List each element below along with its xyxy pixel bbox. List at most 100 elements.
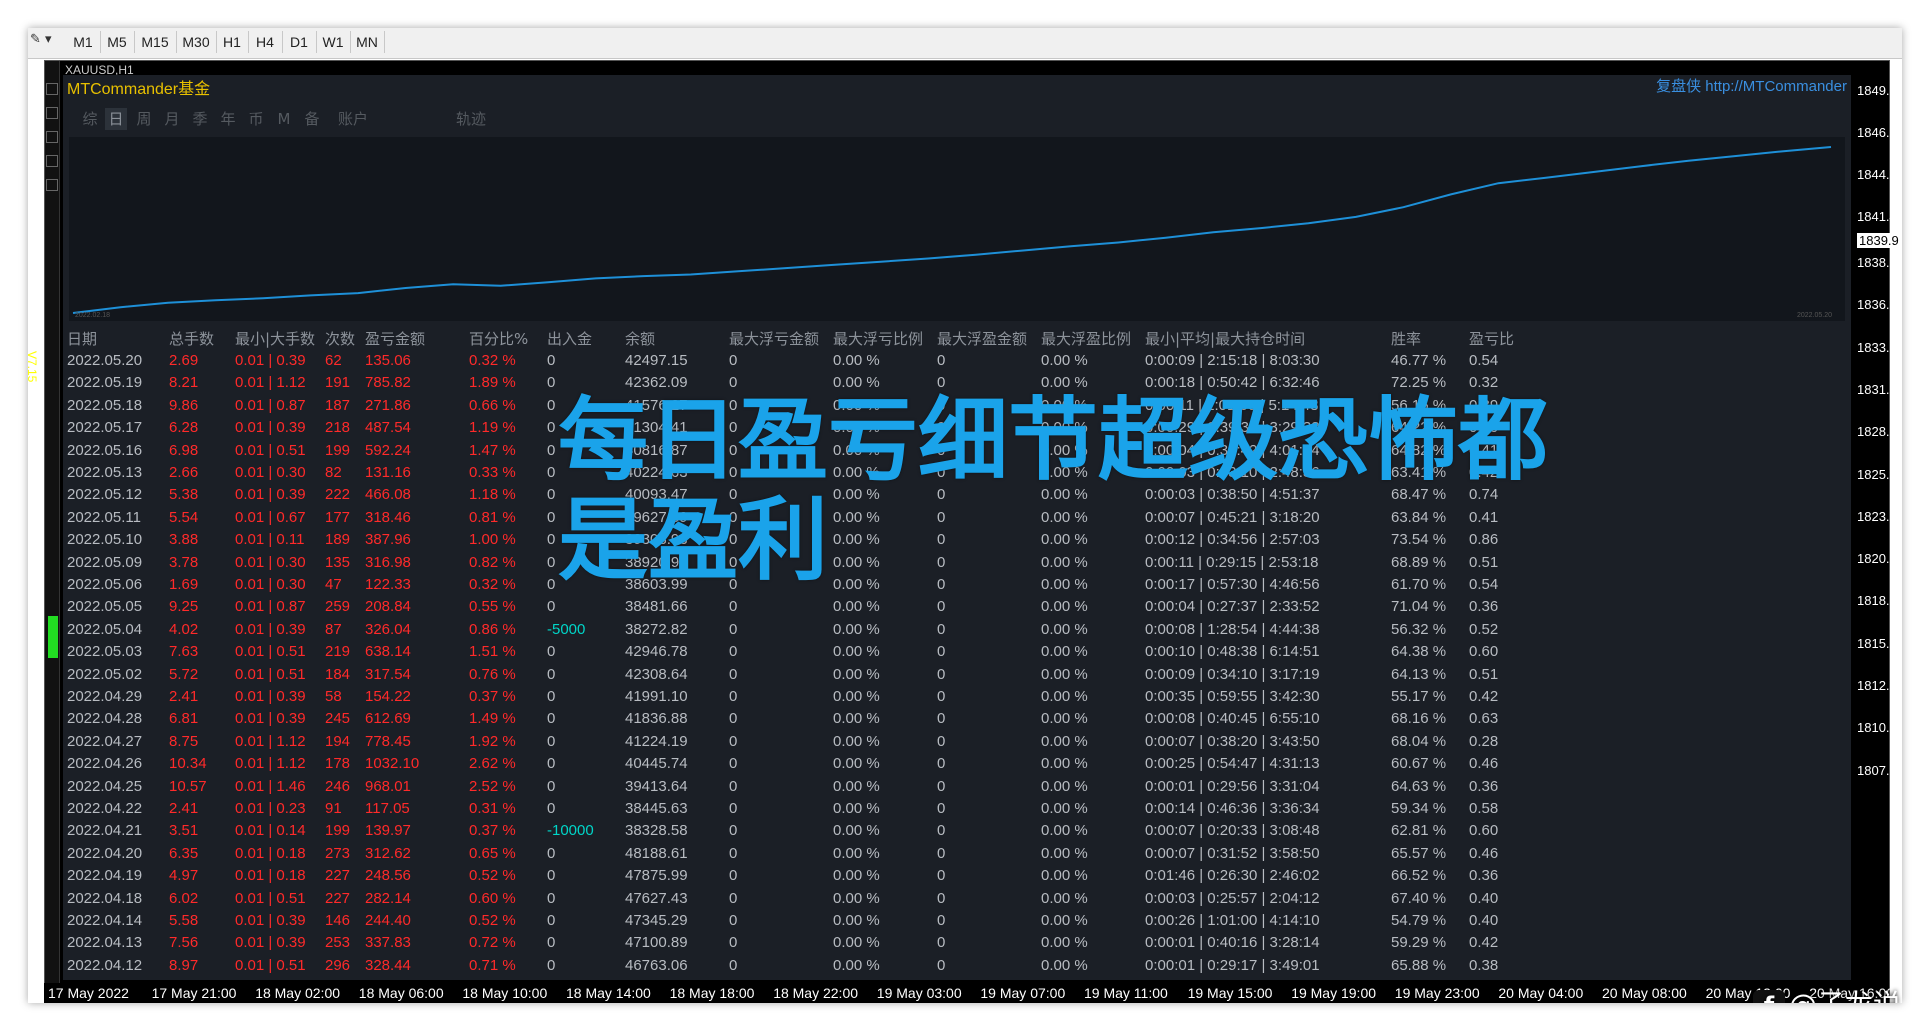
table-header-12[interactable]: 最小|平均|最大持仓时间 bbox=[1145, 328, 1305, 349]
table-cell: 4.02 bbox=[169, 620, 199, 638]
table-header-3[interactable]: 次数 bbox=[325, 328, 355, 349]
table-header-9[interactable]: 最大浮亏比例 bbox=[833, 328, 923, 349]
move-icon[interactable] bbox=[46, 83, 58, 95]
table-cell: 191 bbox=[325, 374, 351, 392]
table-cell: 0.01 | 0.39 bbox=[235, 486, 306, 504]
table-row[interactable]: 2022.05.10 3.88 0.01 | 0.11 189 387.96 1.00 %… bbox=[63, 529, 1851, 551]
table-cell: 0 bbox=[547, 374, 556, 392]
table-row[interactable]: 2022.04.14 5.58 0.01 | 0.39 146 244.40 0.52 %… bbox=[63, 910, 1851, 932]
table-row[interactable]: 2022.04.27 8.75 0.01 | 1.12 194 778.45 1.92 %… bbox=[63, 731, 1851, 753]
table-header-1[interactable]: 总手数 bbox=[169, 328, 214, 349]
table-header-6[interactable]: 出入金 bbox=[547, 328, 592, 349]
table-row[interactable]: 2022.05.20 2.69 0.01 | 0.39 62 135.06 0.32 % 0… bbox=[63, 350, 1851, 372]
table-cell: 0.00 % bbox=[1041, 755, 1088, 773]
panel-tab-6[interactable]: 币 bbox=[245, 108, 267, 130]
panel-tab-1[interactable]: 日 bbox=[105, 108, 127, 130]
table-header-11[interactable]: 最大浮盈比例 bbox=[1041, 328, 1131, 349]
table-row[interactable]: 2022.04.20 6.35 0.01 | 0.18 273 312.62 0.65 %… bbox=[63, 843, 1851, 865]
timeframe-m1-button[interactable]: M1 bbox=[66, 31, 101, 53]
table-header-4[interactable]: 盈亏金额 bbox=[365, 328, 425, 349]
table-header-5[interactable]: 百分比% bbox=[469, 328, 528, 349]
table-row[interactable]: 2022.05.04 4.02 0.01 | 0.39 87 326.04 0.86 % -… bbox=[63, 619, 1851, 641]
panel-tab-9[interactable]: 账户 bbox=[333, 108, 373, 130]
table-cell: 0.60 % bbox=[469, 889, 516, 907]
table-cell: 2022.04.28 bbox=[67, 710, 143, 728]
calendar-icon[interactable] bbox=[46, 155, 58, 167]
timeframe-h1-button[interactable]: H1 bbox=[216, 31, 249, 53]
panel-tab-3[interactable]: 月 bbox=[161, 108, 183, 130]
table-row[interactable]: 2022.04.12 8.97 0.01 | 0.51 296 328.44 0.71 %… bbox=[63, 955, 1851, 977]
timeframe-d1-button[interactable]: D1 bbox=[282, 31, 317, 53]
table-cell: 0.54 bbox=[1469, 352, 1499, 369]
overlay-caption-line1: 每日盈亏细节超级恐怖都 bbox=[558, 388, 1548, 493]
timeframe-w1-button[interactable]: W1 bbox=[316, 31, 351, 53]
panel-tab-2[interactable]: 周 bbox=[133, 108, 155, 130]
table-row[interactable]: 2022.04.28 6.81 0.01 | 0.39 245 612.69 1.49 %… bbox=[63, 708, 1851, 730]
table-header-7[interactable]: 余额 bbox=[625, 328, 655, 349]
table-row[interactable]: 2022.05.03 7.63 0.01 | 0.51 219 638.14 1.51 %… bbox=[63, 641, 1851, 663]
panel-link[interactable]: 复盘侠 http://MTCommander bbox=[1656, 75, 1847, 96]
price-label: 1823.3 bbox=[1857, 508, 1897, 524]
timeframe-m15-button[interactable]: M15 bbox=[134, 31, 177, 53]
equity-line bbox=[72, 146, 1832, 314]
table-header-10[interactable]: 最大浮盈金额 bbox=[937, 328, 1027, 349]
draw-tool-icon[interactable]: ✎ ▾ bbox=[30, 32, 66, 54]
panel-tab-10[interactable]: 轨迹 bbox=[451, 108, 491, 130]
table-row[interactable]: 2022.04.29 2.41 0.01 | 0.39 58 154.22 0.37 % 0… bbox=[63, 686, 1851, 708]
table-row[interactable]: 2022.04.26 10.34 0.01 | 1.12 178 1032.10 2.62… bbox=[63, 753, 1851, 775]
table-cell: 47 bbox=[325, 576, 342, 593]
table-cell: 0:00:01 | 0:29:56 | 3:31:04 bbox=[1145, 777, 1320, 795]
table-header-14[interactable]: 盈亏比 bbox=[1469, 328, 1514, 349]
grid-icon[interactable] bbox=[46, 107, 58, 119]
panel-tab-7[interactable]: M bbox=[273, 108, 295, 130]
panel-tab-0[interactable]: 综 bbox=[79, 108, 101, 130]
settings-icon[interactable] bbox=[46, 179, 58, 191]
table-header-0[interactable]: 日期 bbox=[67, 328, 97, 349]
table-row[interactable]: 2022.04.21 3.51 0.01 | 0.14 199 139.97 0.37 %… bbox=[63, 820, 1851, 842]
table-cell: 0.63 bbox=[1469, 710, 1499, 728]
table-row[interactable]: 2022.05.06 1.69 0.01 | 0.30 47 122.33 0.32 % 0… bbox=[63, 574, 1851, 596]
table-cell: 1.92 % bbox=[469, 732, 516, 750]
table-cell: 0 bbox=[937, 710, 946, 728]
table-header-2[interactable]: 最小|大手数 bbox=[235, 328, 315, 349]
price-label: 1846.6 bbox=[1857, 125, 1897, 140]
table-header-13[interactable]: 胜率 bbox=[1391, 328, 1421, 349]
table-cell: 0.32 % bbox=[469, 576, 516, 593]
panel-tab-5[interactable]: 年 bbox=[217, 108, 239, 130]
watermark: f @子龙说 bbox=[1753, 983, 1901, 1003]
table-row[interactable]: 2022.05.11 5.54 0.01 | 0.67 177 318.46 0.81 %… bbox=[63, 507, 1851, 529]
panel-tab-4[interactable]: 季 bbox=[189, 108, 211, 130]
table-cell: 87 bbox=[325, 620, 342, 638]
table-cell: 0.54 bbox=[1469, 576, 1499, 593]
table-row[interactable]: 2022.05.09 3.78 0.01 | 0.30 135 316.98 0.82 %… bbox=[63, 552, 1851, 574]
table-cell: 0 bbox=[937, 777, 946, 795]
table-cell: 0.00 % bbox=[1041, 553, 1088, 571]
table-row[interactable]: 2022.04.22 2.41 0.01 | 0.23 91 117.05 0.31 % 0… bbox=[63, 798, 1851, 820]
help-icon[interactable] bbox=[46, 131, 58, 143]
table-cell: 0.01 | 0.51 bbox=[235, 643, 306, 661]
table-row[interactable]: 2022.04.18 6.02 0.01 | 0.51 227 282.14 0.60 %… bbox=[63, 888, 1851, 910]
panel-tab-8[interactable]: 备 bbox=[301, 108, 323, 130]
table-cell: 0 bbox=[937, 553, 946, 571]
table-cell: 2022.04.21 bbox=[67, 822, 143, 840]
table-row[interactable]: 2022.04.13 7.56 0.01 | 0.39 253 337.83 0.72 %… bbox=[63, 932, 1851, 954]
table-cell: 0.00 % bbox=[833, 665, 880, 683]
table-cell: 0:00:25 | 0:54:47 | 4:31:13 bbox=[1145, 755, 1320, 773]
table-row[interactable]: 2022.05.05 9.25 0.01 | 0.87 259 208.84 0.55 %… bbox=[63, 596, 1851, 618]
table-cell: 2022.05.13 bbox=[67, 464, 143, 481]
table-row[interactable]: 2022.04.19 4.97 0.01 | 0.18 227 248.56 0.52 %… bbox=[63, 865, 1851, 887]
table-cell: 2022.05.11 bbox=[67, 508, 141, 526]
timeframe-mn-button[interactable]: MN bbox=[350, 31, 385, 53]
time-label: 17 May 2022 bbox=[48, 985, 129, 1001]
timeframe-m5-button[interactable]: M5 bbox=[100, 31, 135, 53]
table-cell: 0.00 % bbox=[1041, 620, 1088, 638]
table-row[interactable]: 2022.05.02 5.72 0.01 | 0.51 184 317.54 0.76 %… bbox=[63, 664, 1851, 686]
table-cell: 0.00 % bbox=[1041, 352, 1088, 369]
table-row[interactable]: 2022.04.25 10.57 0.01 | 1.46 246 968.01 2.52 … bbox=[63, 776, 1851, 798]
table-cell: 2022.05.06 bbox=[67, 576, 143, 593]
table-header-8[interactable]: 最大浮亏金额 bbox=[729, 328, 819, 349]
table-cell: 0.00 % bbox=[1041, 576, 1088, 593]
table-cell: 0:00:07 | 0:31:52 | 3:58:50 bbox=[1145, 844, 1320, 862]
timeframe-m30-button[interactable]: M30 bbox=[176, 31, 217, 53]
timeframe-h4-button[interactable]: H4 bbox=[248, 31, 283, 53]
